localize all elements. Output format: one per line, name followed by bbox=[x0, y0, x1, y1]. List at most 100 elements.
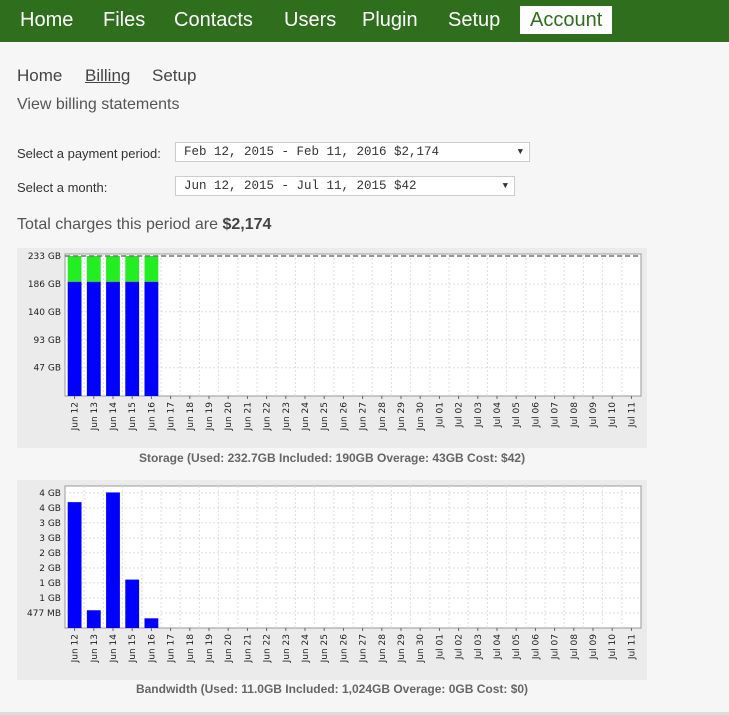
bandwidth-x-tick-label: Jun 18 bbox=[186, 634, 196, 664]
storage-x-tick-label: Jun 20 bbox=[224, 402, 234, 432]
bandwidth-y-tick-label: 4 GB bbox=[39, 504, 61, 514]
storage-bar bbox=[144, 281, 159, 396]
bandwidth-bar bbox=[67, 502, 82, 628]
subnav-home[interactable]: Home bbox=[17, 66, 62, 86]
storage-x-tick-label: Jun 28 bbox=[378, 402, 388, 432]
storage-x-tick-label: Jun 15 bbox=[128, 402, 138, 431]
nav-files[interactable]: Files bbox=[103, 6, 145, 34]
bandwidth-x-tick-label: Jun 28 bbox=[378, 634, 388, 664]
storage-x-tick-label: Jun 22 bbox=[263, 402, 273, 431]
storage-chart-title: Storage (Used: 232.7GB Included: 190GB O… bbox=[138, 451, 526, 465]
bandwidth-y-tick-label: 2 GB bbox=[39, 564, 61, 574]
total-amount: $2,174 bbox=[222, 216, 272, 233]
bandwidth-x-tick-label: Jun 21 bbox=[243, 634, 253, 663]
bandwidth-x-tick-label: Jun 26 bbox=[339, 634, 349, 664]
storage-bar bbox=[86, 281, 101, 396]
page-description: View billing statements bbox=[17, 96, 180, 113]
bandwidth-x-tick-label: Jul 09 bbox=[589, 634, 599, 660]
storage-x-tick-label: Jul 01 bbox=[435, 402, 445, 428]
bandwidth-y-tick-label: 477 MB bbox=[27, 609, 61, 619]
bandwidth-x-tick-label: Jun 13 bbox=[90, 634, 100, 663]
storage-x-tick-label: Jun 14 bbox=[109, 402, 119, 432]
bandwidth-x-tick-label: Jul 01 bbox=[435, 634, 445, 660]
storage-y-tick-label: 140 GB bbox=[28, 308, 61, 318]
storage-x-tick-label: Jul 05 bbox=[512, 402, 522, 428]
bandwidth-y-tick-label: 1 GB bbox=[39, 579, 61, 589]
month-label: Select a month: bbox=[17, 180, 108, 195]
bandwidth-x-tick-label: Jul 05 bbox=[512, 634, 522, 660]
bandwidth-x-tick-label: Jun 22 bbox=[263, 634, 273, 663]
nav-home[interactable]: Home bbox=[20, 6, 73, 34]
storage-x-tick-label: Jun 12 bbox=[71, 402, 81, 431]
nav-setup[interactable]: Setup bbox=[448, 6, 500, 34]
storage-x-tick-label: Jun 13 bbox=[90, 402, 100, 431]
subnav-setup[interactable]: Setup bbox=[152, 66, 196, 86]
storage-chart-svg: 233 GB 186 GB 140 GB 93 GB 47 GB Jun 12 Jun 13… bbox=[17, 248, 647, 448]
top-nav: Home Files Contacts Users Plugin Setup A… bbox=[0, 0, 729, 42]
bandwidth-x-tick-label: Jun 20 bbox=[224, 634, 234, 664]
storage-y-tick-label: 93 GB bbox=[34, 336, 61, 346]
bandwidth-x-tick-label: Jun 19 bbox=[205, 634, 215, 664]
bandwidth-x-tick-label: Jun 12 bbox=[71, 634, 81, 663]
bandwidth-chart-title: Bandwidth (Used: 11.0GB Included: 1,024G… bbox=[135, 682, 529, 696]
storage-bar bbox=[86, 255, 101, 282]
bandwidth-y-tick-label: 3 GB bbox=[39, 534, 61, 544]
bandwidth-x-tick-label: Jun 14 bbox=[109, 634, 119, 664]
payment-period-select[interactable]: Feb 12, 2015 - Feb 11, 2016 $2,174 ▼ bbox=[175, 142, 530, 162]
storage-bar bbox=[125, 255, 140, 282]
chevron-down-icon: ▼ bbox=[502, 181, 508, 191]
bandwidth-y-tick-label: 4 GB bbox=[39, 489, 61, 499]
bandwidth-chart: 4 GB 4 GB 3 GB 3 GB 2 GB 2 GB 1 GB 1 GB 477 MB Ju… bbox=[17, 480, 647, 712]
payment-period-label: Select a payment period: bbox=[17, 146, 161, 161]
storage-x-tick-label: Jul 06 bbox=[531, 402, 541, 428]
storage-x-tick-label: Jun 18 bbox=[186, 402, 196, 432]
storage-bar bbox=[125, 281, 140, 396]
bandwidth-x-tick-label: Jun 27 bbox=[359, 634, 369, 663]
month-select[interactable]: Jun 12, 2015 - Jul 11, 2015 $42 ▼ bbox=[175, 176, 515, 196]
storage-x-tick-label: Jul 07 bbox=[551, 402, 561, 428]
storage-bar bbox=[67, 281, 82, 396]
bandwidth-x-tick-label: Jul 03 bbox=[474, 634, 484, 660]
storage-x-tick-label: Jul 02 bbox=[455, 402, 465, 428]
bandwidth-x-tick-label: Jul 11 bbox=[627, 634, 637, 660]
bandwidth-x-tick-label: Jun 29 bbox=[397, 634, 407, 664]
bandwidth-bar bbox=[86, 610, 101, 628]
storage-x-tick-label: Jul 08 bbox=[570, 402, 580, 428]
bandwidth-y-tick-label: 3 GB bbox=[39, 519, 61, 529]
storage-bar bbox=[144, 255, 159, 282]
nav-users[interactable]: Users bbox=[284, 6, 336, 34]
bandwidth-y-tick-label: 1 GB bbox=[39, 594, 61, 604]
month-value: Jun 12, 2015 - Jul 11, 2015 $42 bbox=[184, 179, 417, 193]
subnav-billing[interactable]: Billing bbox=[85, 66, 130, 86]
storage-x-tick-label: Jul 11 bbox=[627, 402, 637, 428]
bandwidth-x-tick-label: Jul 07 bbox=[551, 634, 561, 660]
bandwidth-x-tick-label: Jul 06 bbox=[531, 634, 541, 660]
storage-y-tick-label: 186 GB bbox=[28, 280, 61, 290]
storage-x-tick-label: Jun 29 bbox=[397, 402, 407, 432]
bandwidth-x-tick-label: Jun 15 bbox=[128, 634, 138, 663]
storage-x-tick-label: Jun 19 bbox=[205, 402, 215, 432]
storage-x-tick-label: Jun 23 bbox=[282, 402, 292, 431]
total-charges: Total charges this period are $2,174 bbox=[17, 216, 271, 234]
bandwidth-x-tick-label: Jun 16 bbox=[147, 634, 157, 664]
storage-x-tick-label: Jul 10 bbox=[608, 402, 618, 428]
bandwidth-bar bbox=[125, 579, 140, 628]
bandwidth-bar bbox=[106, 492, 120, 628]
storage-x-tick-label: Jul 09 bbox=[589, 402, 599, 428]
bandwidth-bar bbox=[144, 618, 159, 628]
storage-bar bbox=[106, 281, 120, 396]
storage-x-tick-label: Jun 16 bbox=[147, 402, 157, 432]
nav-contacts[interactable]: Contacts bbox=[174, 6, 253, 34]
bandwidth-x-tick-label: Jul 02 bbox=[455, 634, 465, 660]
storage-bar bbox=[106, 255, 120, 282]
bandwidth-x-tick-label: Jun 23 bbox=[282, 634, 292, 663]
payment-period-value: Feb 12, 2015 - Feb 11, 2016 $2,174 bbox=[184, 145, 440, 159]
storage-x-tick-label: Jun 25 bbox=[320, 402, 330, 431]
storage-bar bbox=[67, 255, 82, 282]
bandwidth-x-tick-label: Jul 10 bbox=[608, 634, 618, 660]
storage-chart: 233 GB 186 GB 140 GB 93 GB 47 GB Jun 12 Jun 13… bbox=[17, 248, 647, 466]
nav-plugin[interactable]: Plugin bbox=[362, 6, 418, 34]
nav-account[interactable]: Account bbox=[520, 6, 613, 34]
storage-x-tick-label: Jun 27 bbox=[359, 402, 369, 431]
bandwidth-x-tick-label: Jul 04 bbox=[493, 634, 503, 660]
